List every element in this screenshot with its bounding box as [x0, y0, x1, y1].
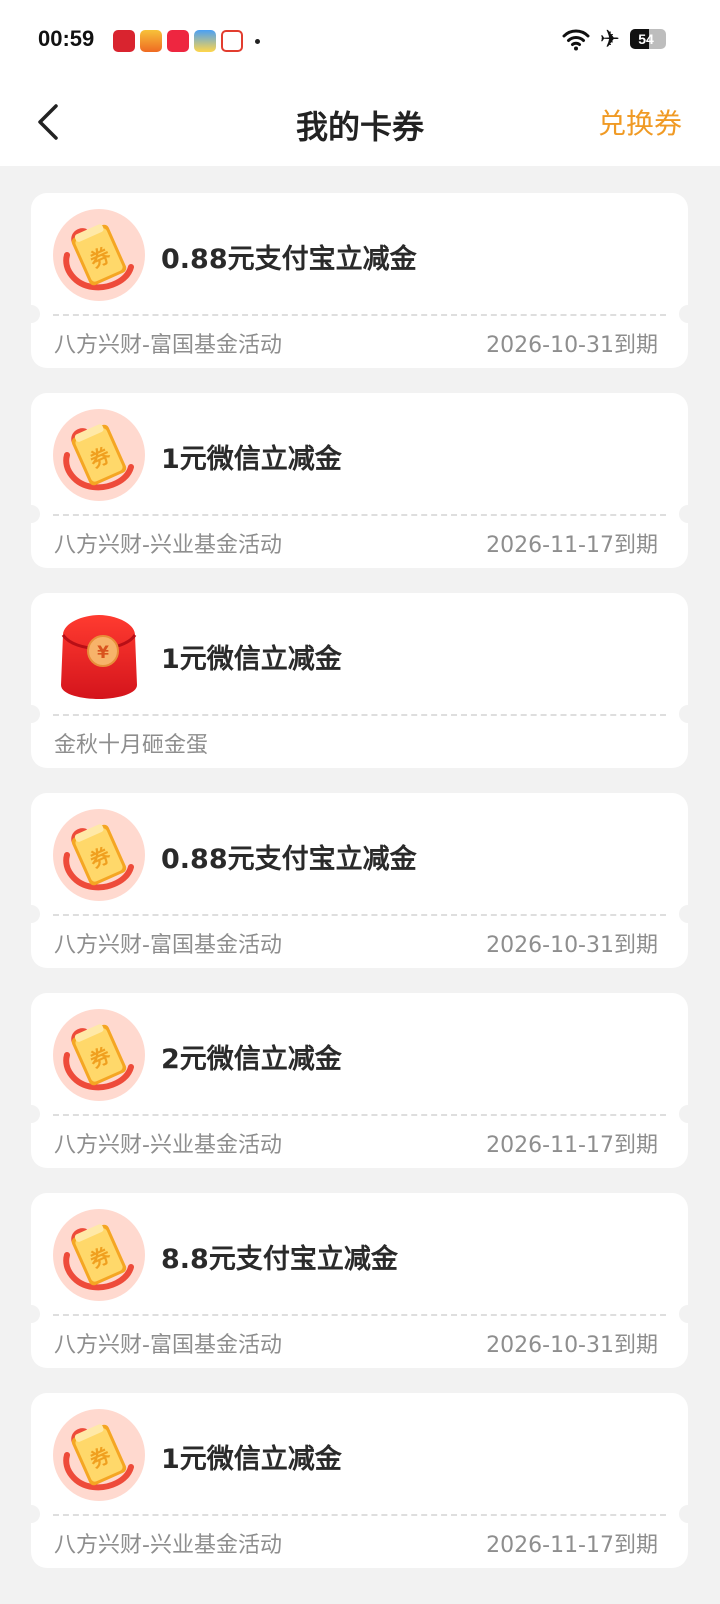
card-notch [679, 905, 697, 923]
coupon-title: 1元微信立减金 [161, 444, 342, 475]
airplane-mode-icon: ✈ [599, 25, 620, 53]
card-notch [22, 705, 40, 723]
card-notch [679, 505, 697, 523]
coupon-title: 8.8元支付宝立减金 [161, 1244, 398, 1275]
coupon-expiry: 2026-11-17到期 [486, 1533, 658, 1558]
coupon-source: 八方兴财-富国基金活动 [54, 1333, 282, 1358]
coupon-expiry: 2026-11-17到期 [486, 1133, 658, 1158]
coupon-source: 八方兴财-兴业基金活动 [54, 1133, 282, 1158]
coupon-title: 1元微信立减金 [161, 1444, 342, 1475]
redeem-coupon-button[interactable]: 兑换券 [598, 102, 682, 142]
red-envelope-icon: ¥ [53, 609, 145, 701]
coupon-source: 金秋十月砸金蛋 [54, 733, 209, 758]
coupon-expiry: 2026-11-17到期 [486, 533, 658, 558]
coupon-card[interactable]: 券 1元微信立减金 八方兴财-兴业基金活动 2026-11-17到期 [22, 393, 697, 568]
coupon-title: 0.88元支付宝立减金 [161, 244, 417, 275]
coupon-title: 1元微信立减金 [161, 644, 342, 675]
gold-coupon-icon: 券 [53, 809, 145, 901]
card-notch [22, 505, 40, 523]
coupon-source: 八方兴财-兴业基金活动 [54, 1533, 282, 1558]
status-bar: 00:59 ✈ 54 [0, 0, 720, 80]
dashed-divider [53, 1514, 666, 1516]
card-notch [22, 305, 40, 323]
coupon-source: 八方兴财-富国基金活动 [54, 333, 282, 358]
card-notch [679, 1105, 697, 1123]
coupon-card[interactable]: 券 0.88元支付宝立减金 八方兴财-富国基金活动 2026-10-31到期 [22, 793, 697, 968]
battery-icon: 54 [630, 29, 666, 49]
coupon-title: 2元微信立减金 [161, 1044, 342, 1075]
coupon-card[interactable]: 券 8.8元支付宝立减金 八方兴财-富国基金活动 2026-10-31到期 [22, 1193, 697, 1368]
dashed-divider [53, 514, 666, 516]
coupon-source: 八方兴财-富国基金活动 [54, 933, 282, 958]
card-notch [22, 1305, 40, 1323]
coupon-card[interactable]: ¥ 1元微信立减金 金秋十月砸金蛋 [22, 593, 697, 768]
coupon-source: 八方兴财-兴业基金活动 [54, 533, 282, 558]
card-notch [679, 305, 697, 323]
dashed-divider [53, 1114, 666, 1116]
gold-coupon-icon: 券 [53, 1009, 145, 1101]
app-notification-icon [221, 30, 243, 52]
dashed-divider [53, 1314, 666, 1316]
coupon-card[interactable]: 券 0.88元支付宝立减金 八方兴财-富国基金活动 2026-10-31到期 [22, 193, 697, 368]
coupon-expiry: 2026-10-31到期 [486, 1333, 658, 1358]
wifi-icon [562, 27, 590, 51]
coupon-expiry: 2026-10-31到期 [486, 933, 658, 958]
app-notification-icon [140, 30, 162, 52]
card-notch [22, 1105, 40, 1123]
svg-text:¥: ¥ [97, 643, 109, 663]
status-indicators: ✈ 54 [562, 27, 666, 51]
card-notch [679, 1305, 697, 1323]
app-notification-icon [113, 30, 135, 52]
coupon-expiry: 2026-10-31到期 [486, 333, 658, 358]
coupon-card[interactable]: 券 1元微信立减金 八方兴财-兴业基金活动 2026-11-17到期 [22, 1393, 697, 1568]
coupon-card[interactable]: 券 2元微信立减金 八方兴财-兴业基金活动 2026-11-17到期 [22, 993, 697, 1168]
previous-coupon-card-edge [31, 150, 688, 166]
notification-app-icons [113, 30, 260, 52]
coupon-title: 0.88元支付宝立减金 [161, 844, 417, 875]
battery-level: 54 [638, 31, 654, 47]
gold-coupon-icon: 券 [53, 1209, 145, 1301]
dashed-divider [53, 714, 666, 716]
more-notifications-dot-icon [255, 38, 260, 44]
app-notification-icon [167, 30, 189, 52]
status-time: 00:59 [38, 26, 95, 51]
card-notch [22, 905, 40, 923]
card-notch [679, 705, 697, 723]
card-notch [679, 1505, 697, 1523]
app-notification-icon [194, 30, 216, 52]
dashed-divider [53, 314, 666, 316]
gold-coupon-icon: 券 [53, 409, 145, 501]
gold-coupon-icon: 券 [53, 209, 145, 301]
dashed-divider [53, 914, 666, 916]
gold-coupon-icon: 券 [53, 1409, 145, 1501]
card-notch [22, 1505, 40, 1523]
